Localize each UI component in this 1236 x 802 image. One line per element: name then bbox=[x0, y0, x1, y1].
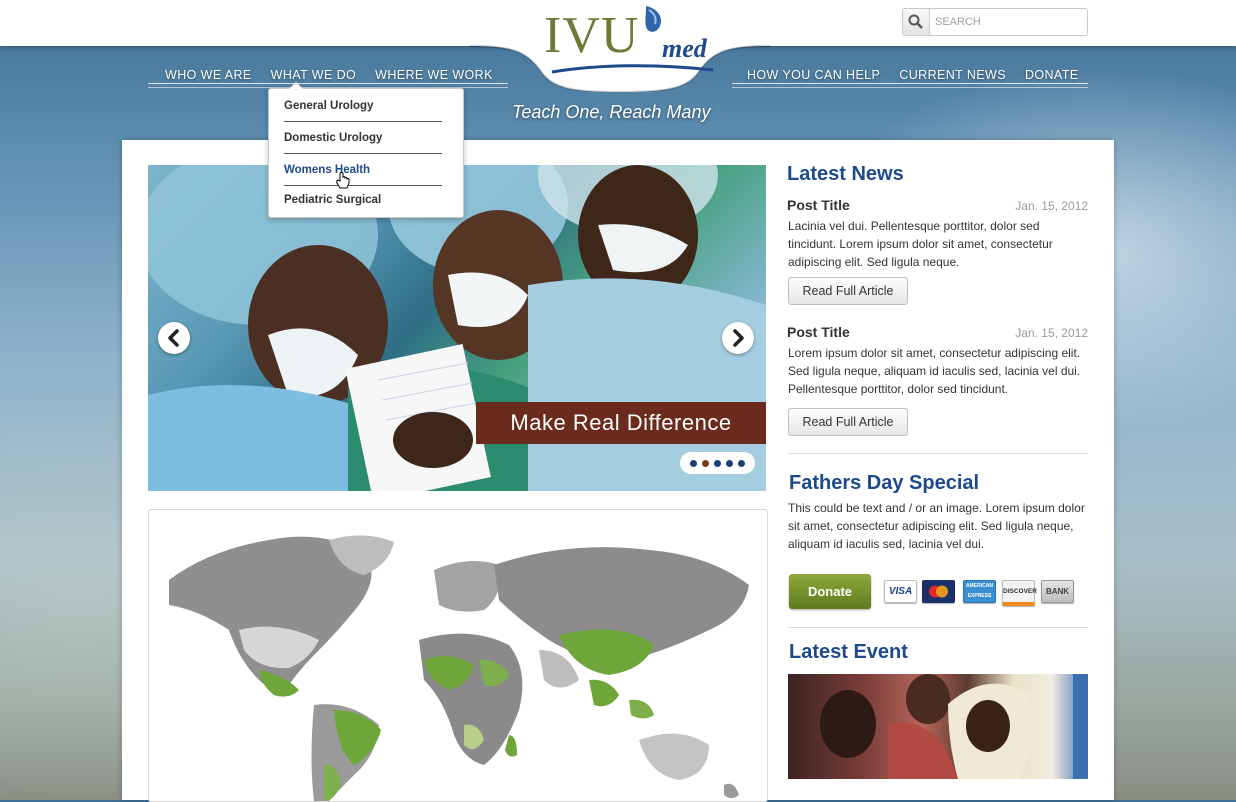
main-nav-right: HOW YOU CAN HELP CURRENT NEWS DONATE bbox=[747, 66, 1098, 84]
post-title[interactable]: Post Title bbox=[787, 324, 850, 340]
fathers-day-text: This could be text and / or an image. Lo… bbox=[788, 501, 1085, 551]
logo-drop-icon bbox=[645, 6, 662, 32]
chevron-left-icon bbox=[168, 329, 179, 347]
nav-donate[interactable]: DONATE bbox=[1025, 68, 1079, 82]
tagline: Teach One, Reach Many bbox=[512, 102, 711, 122]
hand-cursor-icon bbox=[336, 172, 350, 189]
latest-event-image[interactable] bbox=[788, 674, 1088, 779]
latest-news-heading: Latest News bbox=[787, 163, 904, 185]
post-excerpt: Lacinia vel dui. Pellentesque porttitor,… bbox=[788, 219, 1053, 269]
mastercard-icon bbox=[922, 580, 955, 603]
slide-caption: Make Real Difference bbox=[476, 402, 766, 444]
slider-dot[interactable] bbox=[738, 460, 745, 467]
search-icon bbox=[908, 14, 923, 29]
nav-current-news[interactable]: CURRENT NEWS bbox=[899, 68, 1006, 82]
dropdown-item-womens-health[interactable]: Womens Health bbox=[284, 164, 442, 186]
section-divider bbox=[788, 627, 1088, 628]
fathers-day-heading: Fathers Day Special bbox=[789, 472, 980, 494]
search-box bbox=[902, 8, 1088, 36]
nav-how-you-can-help[interactable]: HOW YOU CAN HELP bbox=[747, 68, 880, 82]
amex-card-icon: AMERICAN EXPRESS bbox=[963, 580, 996, 603]
search-button[interactable] bbox=[903, 9, 930, 35]
logo-main-text: IVU bbox=[544, 7, 640, 64]
bank-transfer-icon: BANK bbox=[1041, 580, 1074, 603]
site-logo[interactable]: IVU med bbox=[544, 6, 714, 78]
section-divider bbox=[788, 453, 1088, 454]
dropdown-pointer bbox=[289, 82, 303, 89]
post-date: Jan. 15, 2012 bbox=[1015, 326, 1088, 340]
event-photo bbox=[820, 674, 1088, 779]
slider-pagination bbox=[680, 452, 755, 474]
visa-card-icon: VISA bbox=[884, 580, 917, 603]
post-excerpt: Lorem ipsum dolor sit amet, consectetur … bbox=[788, 346, 1081, 396]
slider-dot[interactable] bbox=[726, 460, 733, 467]
slider-prev-button[interactable] bbox=[158, 322, 190, 354]
nav-what-we-do[interactable]: WHAT WE DO bbox=[271, 68, 356, 82]
world-map-card bbox=[148, 509, 768, 802]
what-we-do-dropdown: General Urology Domestic Urology Womens … bbox=[268, 82, 464, 218]
nav-where-we-work[interactable]: WHERE WE WORK bbox=[375, 68, 493, 82]
mastercard-circles bbox=[929, 585, 948, 598]
slider-next-button[interactable] bbox=[722, 322, 754, 354]
post-title[interactable]: Post Title bbox=[787, 197, 850, 213]
nav-who-we-are[interactable]: WHO WE ARE bbox=[165, 68, 252, 82]
chevron-right-icon bbox=[733, 329, 744, 347]
latest-event-heading: Latest Event bbox=[789, 641, 908, 663]
slider-dot[interactable] bbox=[714, 460, 721, 467]
discover-card-icon: DISCOVER bbox=[1002, 580, 1037, 606]
post-date: Jan. 15, 2012 bbox=[1015, 199, 1088, 213]
nav-underline-right bbox=[732, 83, 1088, 88]
dropdown-item-general-urology[interactable]: General Urology bbox=[284, 100, 442, 122]
read-full-article-button[interactable]: Read Full Article bbox=[788, 277, 908, 305]
slider-dot-active[interactable] bbox=[702, 460, 709, 467]
main-nav-left: WHO WE ARE WHAT WE DO WHERE WE WORK bbox=[165, 66, 512, 84]
dropdown-item-pediatric-surgical[interactable]: Pediatric Surgical bbox=[284, 194, 442, 215]
slider-dot[interactable] bbox=[690, 460, 697, 467]
read-full-article-button[interactable]: Read Full Article bbox=[788, 408, 908, 436]
donate-button[interactable]: Donate bbox=[789, 574, 871, 609]
logo-swoosh bbox=[551, 64, 714, 74]
world-map[interactable] bbox=[149, 510, 767, 801]
dropdown-item-domestic-urology[interactable]: Domestic Urology bbox=[284, 132, 442, 154]
search-input[interactable] bbox=[933, 12, 1085, 32]
